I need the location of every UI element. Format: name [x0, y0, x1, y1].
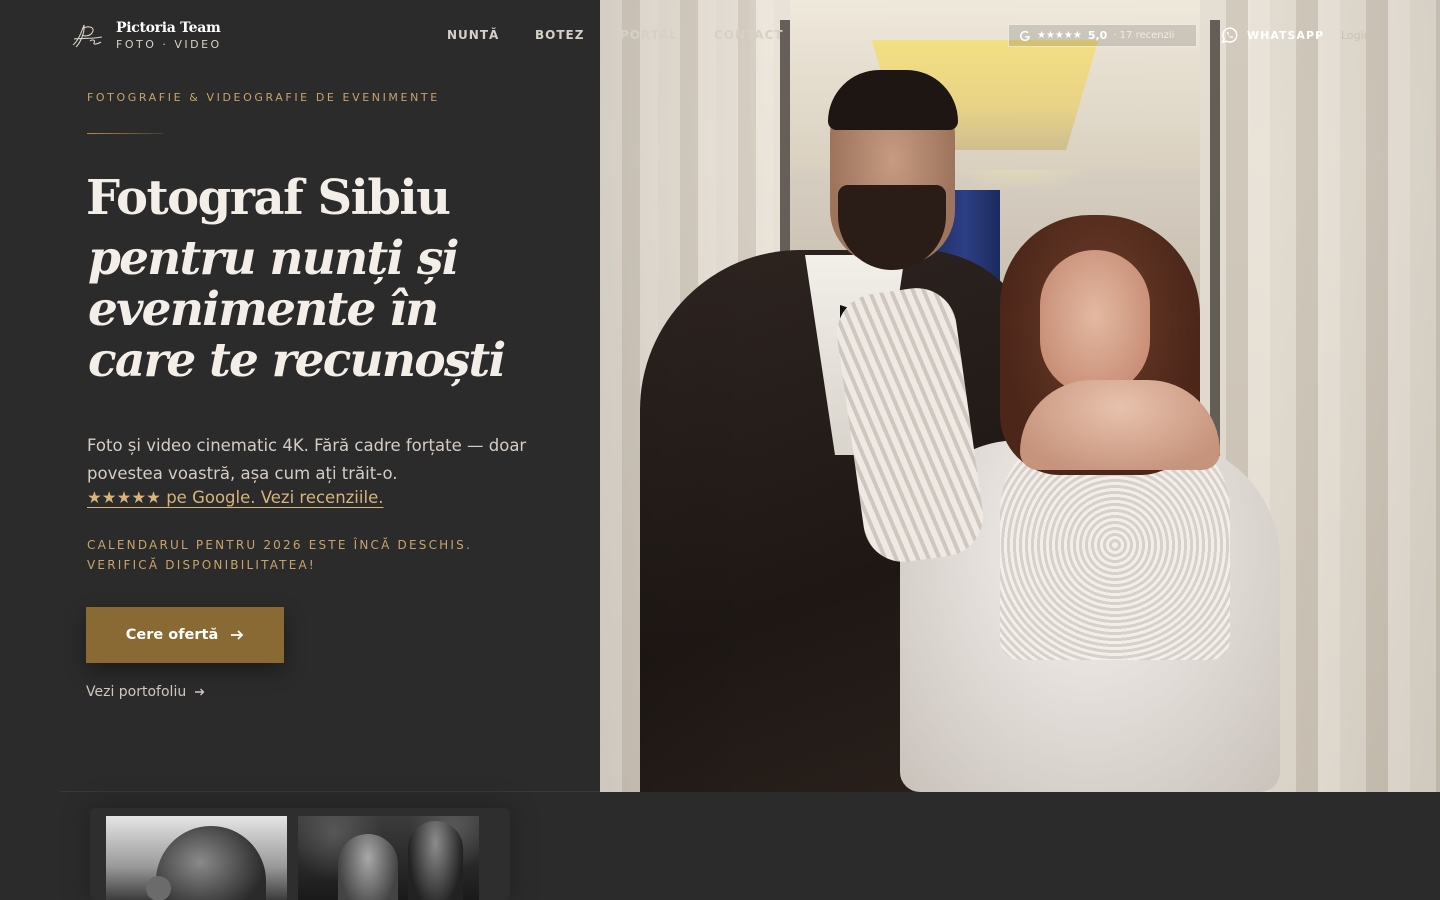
page-title: Fotograf Sibiu	[86, 170, 451, 226]
nav-item-nunta[interactable]: NUNTĂ	[447, 28, 499, 42]
whatsapp-icon	[1221, 27, 1238, 44]
brand-tagline: FOTO · VIDEO	[116, 38, 222, 51]
arrow-right-icon	[195, 688, 205, 696]
google-icon	[1020, 30, 1030, 41]
gold-divider	[87, 133, 163, 134]
brand-logo[interactable]: Pictoria Team FOTO · VIDEO	[70, 20, 222, 51]
whatsapp-label: WHATSAPP	[1247, 29, 1325, 42]
arrow-right-icon	[231, 630, 244, 640]
view-portfolio-link[interactable]: Vezi portofoliu	[86, 684, 205, 700]
request-offer-button[interactable]: Cere ofertă	[86, 607, 284, 663]
signature-logo-icon	[70, 21, 104, 51]
site-header: Pictoria Team FOTO · VIDEO NUNTĂ BOTEZ P…	[0, 0, 1440, 72]
request-offer-label: Cere ofertă	[125, 627, 219, 643]
nav-item-botez[interactable]: BOTEZ	[535, 28, 584, 42]
section-divider	[60, 791, 600, 792]
whatsapp-link[interactable]: WHATSAPP	[1220, 26, 1324, 45]
nav-item-portal[interactable]: PORTAL	[620, 28, 678, 42]
hero-wedding-photo	[600, 0, 1440, 792]
availability-notice: CALENDARUL PENTRU 2026 ESTE ÎNCĂ DESCHIS…	[87, 538, 472, 572]
rating-stars: ★★★★★	[1037, 30, 1082, 41]
google-reviews-link[interactable]: ★★★★★ pe Google. Vezi recenziile.	[87, 488, 383, 507]
rating-count: · 17 recenzii	[1113, 30, 1175, 41]
portfolio-thumbnail[interactable]	[106, 816, 287, 900]
login-link[interactable]: Login	[1341, 29, 1371, 42]
portfolio-thumbnails	[90, 808, 510, 900]
page-subtitle: pentru nunți și evenimente în care te re…	[88, 231, 506, 388]
hero-eyebrow: FOTOGRAFIE & VIDEOGRAFIE DE EVENIMENTE	[87, 91, 440, 104]
brand-text: Pictoria Team FOTO · VIDEO	[116, 20, 222, 51]
view-portfolio-label: Vezi portofoliu	[86, 684, 187, 700]
brand-name: Pictoria Team	[116, 20, 221, 36]
portfolio-thumbnail[interactable]	[298, 816, 479, 900]
rating-score: 5,0	[1087, 29, 1108, 42]
hero-lead-text: Foto și video cinematic 4K. Fără cadre f…	[87, 436, 527, 483]
nav-item-contact[interactable]: CONTACT	[714, 28, 784, 42]
google-rating-badge[interactable]: ★★★★★ 5,0 · 17 recenzii	[1008, 24, 1197, 47]
